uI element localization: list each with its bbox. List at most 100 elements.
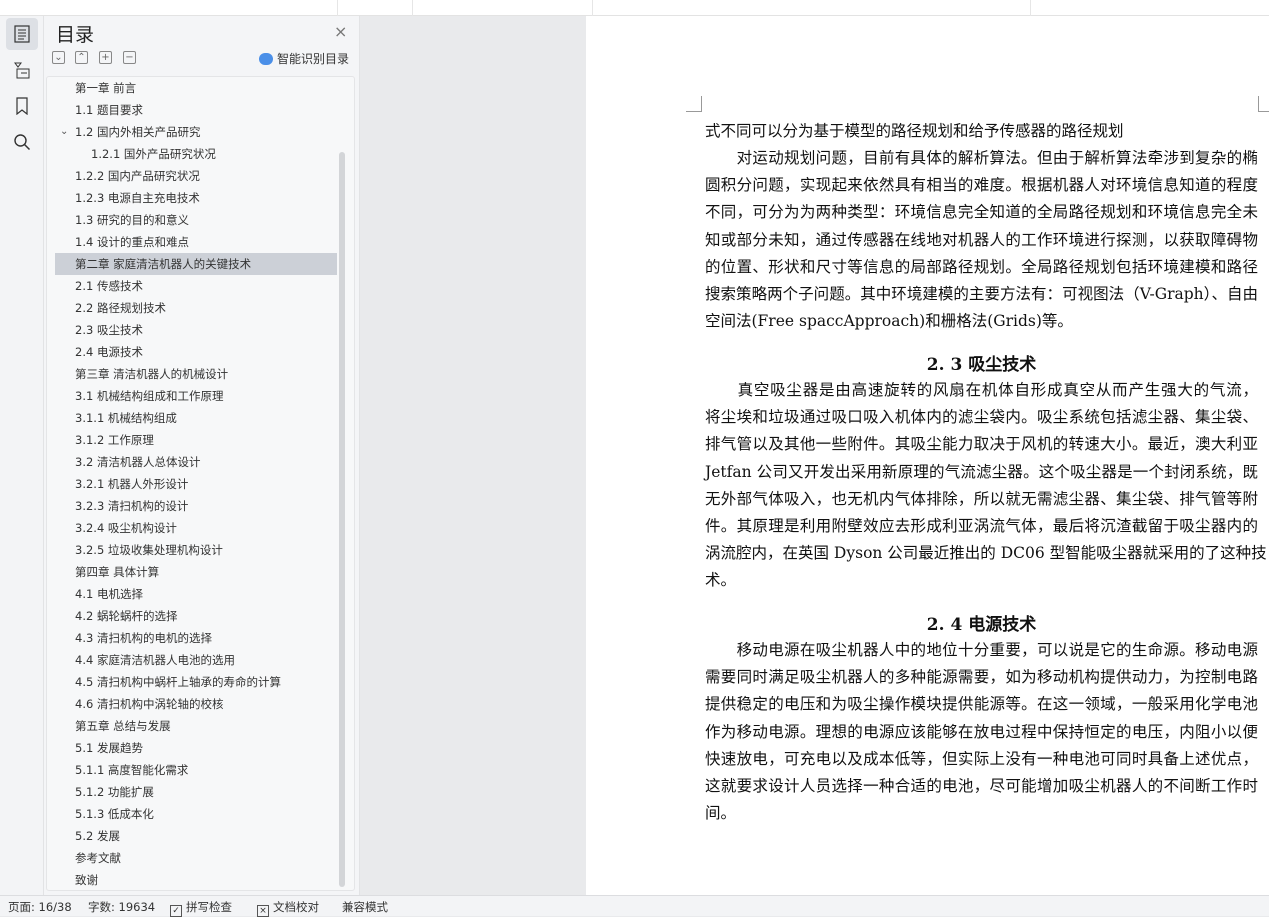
toc-item[interactable]: 第四章 具体计算 [55, 561, 337, 583]
collapse-all-button[interactable]: ⌃ [75, 51, 88, 64]
toc-item[interactable]: 4.5 清扫机构中蜗杆上轴承的寿命的计算 [55, 671, 337, 693]
paragraph-line: 式不同可以分为基于模型的路径规划和给予传感器的路径规划 [705, 122, 1124, 140]
toc-item-label: 1.2.3 电源自主充电技术 [75, 191, 200, 205]
toc-item-label: 4.5 清扫机构中蜗杆上轴承的寿命的计算 [75, 675, 281, 689]
expand-all-button[interactable]: ⌄ [52, 51, 65, 64]
toc-item[interactable]: ⌄ 1.2 国内外相关产品研究 [55, 121, 337, 143]
toc-item[interactable]: 5.2 发展 [55, 825, 337, 847]
toc-item-label: 4.3 清扫机构的电机的选择 [75, 631, 212, 645]
toc-item-label: 3.2.3 清扫机构的设计 [75, 499, 189, 513]
paragraph-line: 无外部气体吸入，也无机内气体排除，所以就无需滤尘器、集尘袋、排气管等附 [705, 489, 1258, 508]
toc-item-label: 参考文献 [75, 851, 121, 865]
paragraph-line: 真空吸尘器是由高速旋转的风扇在机体自形成真空从而产生强大的气流， [705, 381, 1258, 399]
toc-item-label: 2.2 路径规划技术 [75, 301, 166, 315]
toc-item-label: 第五章 总结与发展 [75, 719, 171, 733]
toc-item-label: 2.1 传感技术 [75, 279, 143, 293]
toc-item[interactable]: 3.2.4 吸尘机构设计 [55, 517, 337, 539]
toc-item[interactable]: 1.4 设计的重点和难点 [55, 231, 337, 253]
toc-item[interactable]: 1.2.1 国外产品研究状况 [55, 143, 337, 165]
proofread-button[interactable]: × 文档校对 [257, 899, 319, 917]
toc-item[interactable]: 4.6 清扫机构中涡轮轴的校核 [55, 693, 337, 715]
paragraph-line: 的位置、形状和尺寸等信息的局部路径规划。全局路径规划包括环境建模和路径 [705, 257, 1258, 276]
page-count[interactable]: 页面: 16/38 [8, 899, 72, 915]
paragraph-line: 件。其原理是利用附壁效应去形成利亚涡流气体，最后将沉渣截留于吸尘器内的 [705, 517, 1258, 535]
paragraph-line: 对运动规划问题，目前有具体的解析算法。但由于解析算法牵涉到复杂的椭 [705, 149, 1258, 167]
toc-item-label: 3.2 清洁机器人总体设计 [75, 455, 201, 469]
toc-item-label: 2.4 电源技术 [75, 345, 143, 359]
paragraph-line: 涡流腔内，在英国 Dyson 公司最近推出的 DC06 型智能吸尘器就采用的了这… [705, 544, 1267, 563]
toc-item[interactable]: 1.2.3 电源自主充电技术 [55, 187, 337, 209]
paragraph-line: 间。 [705, 804, 737, 823]
close-icon[interactable]: × [334, 22, 347, 41]
smart-icon [259, 52, 273, 65]
toc-item[interactable]: 4.4 家庭清洁机器人电池的选用 [55, 649, 337, 671]
toc-item[interactable]: 参考文献 [55, 847, 337, 869]
section-heading: 2. 3 吸尘技术 [926, 355, 1037, 375]
toc-item[interactable]: 3.2 清洁机器人总体设计 [55, 451, 337, 473]
margin-corner-mark [686, 96, 702, 112]
toc-item-label: 3.1.2 工作原理 [75, 433, 154, 447]
toc-item[interactable]: 4.3 清扫机构的电机的选择 [55, 627, 337, 649]
toc-icon[interactable] [6, 18, 38, 50]
toc-item-label: 1.4 设计的重点和难点 [75, 235, 189, 249]
toc-item-label: 1.3 研究的目的和意义 [75, 213, 189, 227]
toc-item[interactable]: 5.1.1 高度智能化需求 [55, 759, 337, 781]
toc-list: 第一章 前言 1.1 题目要求 ⌄ 1.2 国内外相关产品研究 1.2.1 国外产品研究… [46, 76, 355, 891]
paragraph-line: Jetfan 公司又开发出采用新原理的气流滤尘器。这个吸尘器是一个封闭系统，既 [705, 462, 1258, 481]
chevron-down-icon[interactable]: ⌄ [60, 121, 68, 143]
toc-item-label: 5.1.1 高度智能化需求 [75, 763, 189, 777]
smart-toc-label: 智能识别目录 [277, 52, 350, 66]
bookmark-icon[interactable] [6, 90, 38, 122]
spell-check-button[interactable]: ✓ 拼写检查 [170, 899, 232, 917]
toc-item[interactable]: 2.4 电源技术 [55, 341, 337, 363]
toc-item-label: 1.2.2 国内产品研究状况 [75, 169, 200, 183]
toc-item[interactable]: 5.1 发展趋势 [55, 737, 337, 759]
toc-item[interactable]: 第三章 清洁机器人的机械设计 [55, 363, 337, 385]
toc-item[interactable]: 2.1 传感技术 [55, 275, 337, 297]
toc-item[interactable]: 4.1 电机选择 [55, 583, 337, 605]
divider [337, 0, 338, 16]
paragraph-line: 空间法(Free spaccApproach)和栅格法(Grids)等。 [705, 312, 1073, 331]
toc-item[interactable]: 3.2.5 垃圾收集处理机构设计 [55, 539, 337, 561]
panel-title: 目录 [56, 24, 95, 46]
word-count[interactable]: 字数: 19634 [88, 899, 155, 915]
toc-item[interactable]: 3.1 机械结构组成和工作原理 [55, 385, 337, 407]
toc-item[interactable]: 3.2.3 清扫机构的设计 [55, 495, 337, 517]
toc-item[interactable]: 2.2 路径规划技术 [55, 297, 337, 319]
toc-item-label: 3.2.4 吸尘机构设计 [75, 521, 177, 535]
toc-item[interactable]: 1.2.2 国内产品研究状况 [55, 165, 337, 187]
toc-item-label: 第三章 清洁机器人的机械设计 [75, 367, 229, 381]
remove-level-button[interactable]: − [123, 51, 136, 64]
toc-item[interactable]: 3.1.1 机械结构组成 [55, 407, 337, 429]
toc-item[interactable]: 第五章 总结与发展 [55, 715, 337, 737]
toc-item[interactable]: 1.1 题目要求 [55, 99, 337, 121]
scrollbar[interactable] [339, 152, 345, 887]
divider [412, 0, 413, 16]
toc-item-label: 5.1.3 低成本化 [75, 807, 154, 821]
toc-item-label: 第一章 前言 [75, 81, 137, 95]
paragraph-line: 术。 [705, 571, 737, 590]
toc-item-label: 4.4 家庭清洁机器人电池的选用 [75, 653, 235, 667]
toc-item[interactable]: 第一章 前言 [55, 77, 337, 99]
toc-item-label: 1.1 题目要求 [75, 103, 143, 117]
paragraph-line: 不同，可分为为两种类型：环境信息完全知道的全局路径规划和环境信息完全未 [705, 203, 1258, 222]
smart-toc-button[interactable]: 智能识别目录 [259, 50, 349, 67]
navigation-icon[interactable] [6, 54, 38, 86]
proofread-label: 文档校对 [273, 900, 319, 914]
toc-item-label: 3.2.1 机器人外形设计 [75, 477, 189, 491]
toc-item[interactable]: 2.3 吸尘技术 [55, 319, 337, 341]
paragraph-line: 这就要求设计人员选择一种合适的电池，尽可能增加吸尘机器人的不间断工作时 [705, 777, 1258, 795]
toc-item[interactable]: 致谢 [55, 869, 337, 891]
toc-item[interactable]: 5.1.2 功能扩展 [55, 781, 337, 803]
toc-item[interactable]: 5.1.3 低成本化 [55, 803, 337, 825]
toc-item-label: 4.2 蜗轮蜗杆的选择 [75, 609, 178, 623]
toc-item[interactable]: 1.3 研究的目的和意义 [55, 209, 337, 231]
toc-item[interactable]: 3.1.2 工作原理 [55, 429, 337, 451]
toc-item[interactable]: 第二章 家庭清洁机器人的关键技术 [55, 253, 337, 275]
add-level-button[interactable]: + [99, 51, 112, 64]
margin-corner-mark [1258, 96, 1269, 112]
toc-item[interactable]: 3.2.1 机器人外形设计 [55, 473, 337, 495]
search-icon[interactable] [6, 126, 38, 158]
document-page[interactable]: 式不同可以分为基于模型的路径规划和给予传感器的路径规划 对运动规划问题，目前有具… [586, 16, 1269, 895]
toc-item[interactable]: 4.2 蜗轮蜗杆的选择 [55, 605, 337, 627]
